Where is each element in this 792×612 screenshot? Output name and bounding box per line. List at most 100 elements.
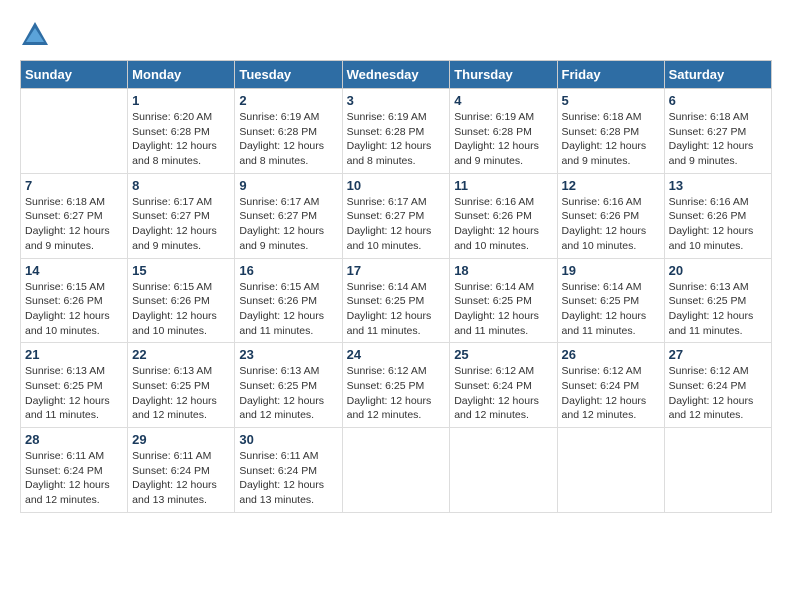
header-thursday: Thursday [450, 61, 557, 89]
calendar-cell: 16 Sunrise: 6:15 AM Sunset: 6:26 PM Dayli… [235, 258, 342, 343]
day-number: 11 [454, 178, 552, 193]
day-info: Sunrise: 6:19 AM Sunset: 6:28 PM Dayligh… [347, 110, 446, 169]
day-info: Sunrise: 6:13 AM Sunset: 6:25 PM Dayligh… [669, 280, 767, 339]
day-info: Sunrise: 6:14 AM Sunset: 6:25 PM Dayligh… [562, 280, 660, 339]
day-number: 6 [669, 93, 767, 108]
calendar-cell: 1 Sunrise: 6:20 AM Sunset: 6:28 PM Daylig… [128, 89, 235, 174]
calendar-week-row: 28 Sunrise: 6:11 AM Sunset: 6:24 PM Dayli… [21, 428, 772, 513]
calendar-cell: 21 Sunrise: 6:13 AM Sunset: 6:25 PM Dayli… [21, 343, 128, 428]
day-number: 7 [25, 178, 123, 193]
calendar-cell: 17 Sunrise: 6:14 AM Sunset: 6:25 PM Dayli… [342, 258, 450, 343]
day-number: 18 [454, 263, 552, 278]
day-info: Sunrise: 6:18 AM Sunset: 6:27 PM Dayligh… [669, 110, 767, 169]
day-number: 26 [562, 347, 660, 362]
calendar-cell: 18 Sunrise: 6:14 AM Sunset: 6:25 PM Dayli… [450, 258, 557, 343]
day-number: 22 [132, 347, 230, 362]
calendar-cell: 2 Sunrise: 6:19 AM Sunset: 6:28 PM Daylig… [235, 89, 342, 174]
calendar-cell: 10 Sunrise: 6:17 AM Sunset: 6:27 PM Dayli… [342, 173, 450, 258]
day-info: Sunrise: 6:14 AM Sunset: 6:25 PM Dayligh… [454, 280, 552, 339]
logo-icon [20, 20, 50, 50]
calendar-cell: 30Sunrise: 6:11 AM Sunset: 6:24 PM Dayli… [235, 428, 342, 513]
day-info: Sunrise: 6:16 AM Sunset: 6:26 PM Dayligh… [562, 195, 660, 254]
calendar-cell [450, 428, 557, 513]
day-number: 3 [347, 93, 446, 108]
calendar-cell: 15 Sunrise: 6:15 AM Sunset: 6:26 PM Dayli… [128, 258, 235, 343]
calendar-cell: 22 Sunrise: 6:13 AM Sunset: 6:25 PM Dayli… [128, 343, 235, 428]
day-info: Sunrise: 6:14 AM Sunset: 6:25 PM Dayligh… [347, 280, 446, 339]
day-number: 28 [25, 432, 123, 447]
day-number: 21 [25, 347, 123, 362]
day-info: Sunrise: 6:11 AM Sunset: 6:24 PM Dayligh… [25, 449, 123, 508]
day-info: Sunrise: 6:12 AM Sunset: 6:24 PM Dayligh… [454, 364, 552, 423]
calendar-cell [21, 89, 128, 174]
calendar-week-row: 14 Sunrise: 6:15 AM Sunset: 6:26 PM Dayli… [21, 258, 772, 343]
calendar-week-row: 21 Sunrise: 6:13 AM Sunset: 6:25 PM Dayli… [21, 343, 772, 428]
day-number: 9 [239, 178, 337, 193]
day-number: 20 [669, 263, 767, 278]
calendar-cell: 7Sunrise: 6:18 AM Sunset: 6:27 PM Daylig… [21, 173, 128, 258]
header-wednesday: Wednesday [342, 61, 450, 89]
header-saturday: Saturday [664, 61, 771, 89]
day-number: 13 [669, 178, 767, 193]
calendar-cell: 20 Sunrise: 6:13 AM Sunset: 6:25 PM Dayli… [664, 258, 771, 343]
day-info: Sunrise: 6:15 AM Sunset: 6:26 PM Dayligh… [239, 280, 337, 339]
day-info: Sunrise: 6:12 AM Sunset: 6:24 PM Dayligh… [669, 364, 767, 423]
day-number: 30 [239, 432, 337, 447]
calendar-cell: 5 Sunrise: 6:18 AM Sunset: 6:28 PM Daylig… [557, 89, 664, 174]
day-number: 2 [239, 93, 337, 108]
day-info: Sunrise: 6:11 AM Sunset: 6:24 PM Dayligh… [132, 449, 230, 508]
day-info: Sunrise: 6:12 AM Sunset: 6:25 PM Dayligh… [347, 364, 446, 423]
day-number: 25 [454, 347, 552, 362]
day-info: Sunrise: 6:17 AM Sunset: 6:27 PM Dayligh… [239, 195, 337, 254]
calendar-cell: 23 Sunrise: 6:13 AM Sunset: 6:25 PM Dayli… [235, 343, 342, 428]
day-number: 4 [454, 93, 552, 108]
calendar-header-row: SundayMondayTuesdayWednesdayThursdayFrid… [21, 61, 772, 89]
calendar-week-row: 7Sunrise: 6:18 AM Sunset: 6:27 PM Daylig… [21, 173, 772, 258]
calendar-week-row: 1 Sunrise: 6:20 AM Sunset: 6:28 PM Daylig… [21, 89, 772, 174]
calendar-table: SundayMondayTuesdayWednesdayThursdayFrid… [20, 60, 772, 513]
day-info: Sunrise: 6:13 AM Sunset: 6:25 PM Dayligh… [132, 364, 230, 423]
calendar-cell: 8 Sunrise: 6:17 AM Sunset: 6:27 PM Daylig… [128, 173, 235, 258]
logo [20, 20, 54, 50]
calendar-cell: 28 Sunrise: 6:11 AM Sunset: 6:24 PM Dayli… [21, 428, 128, 513]
header-monday: Monday [128, 61, 235, 89]
day-info: Sunrise: 6:19 AM Sunset: 6:28 PM Dayligh… [454, 110, 552, 169]
header-sunday: Sunday [21, 61, 128, 89]
calendar-cell: 27 Sunrise: 6:12 AM Sunset: 6:24 PM Dayli… [664, 343, 771, 428]
calendar-cell [664, 428, 771, 513]
day-number: 10 [347, 178, 446, 193]
day-info: Sunrise: 6:16 AM Sunset: 6:26 PM Dayligh… [669, 195, 767, 254]
day-number: 5 [562, 93, 660, 108]
day-number: 23 [239, 347, 337, 362]
calendar-cell: 14Sunrise: 6:15 AM Sunset: 6:26 PM Dayli… [21, 258, 128, 343]
header-friday: Friday [557, 61, 664, 89]
calendar-cell: 6 Sunrise: 6:18 AM Sunset: 6:27 PM Daylig… [664, 89, 771, 174]
day-number: 12 [562, 178, 660, 193]
day-number: 15 [132, 263, 230, 278]
calendar-cell [342, 428, 450, 513]
day-info: Sunrise: 6:18 AM Sunset: 6:28 PM Dayligh… [562, 110, 660, 169]
day-info: Sunrise: 6:13 AM Sunset: 6:25 PM Dayligh… [25, 364, 123, 423]
day-info: Sunrise: 6:17 AM Sunset: 6:27 PM Dayligh… [132, 195, 230, 254]
day-number: 24 [347, 347, 446, 362]
day-info: Sunrise: 6:15 AM Sunset: 6:26 PM Dayligh… [132, 280, 230, 339]
day-info: Sunrise: 6:12 AM Sunset: 6:24 PM Dayligh… [562, 364, 660, 423]
day-number: 17 [347, 263, 446, 278]
page-header [20, 20, 772, 50]
day-info: Sunrise: 6:19 AM Sunset: 6:28 PM Dayligh… [239, 110, 337, 169]
header-tuesday: Tuesday [235, 61, 342, 89]
day-info: Sunrise: 6:20 AM Sunset: 6:28 PM Dayligh… [132, 110, 230, 169]
day-number: 1 [132, 93, 230, 108]
calendar-cell: 25 Sunrise: 6:12 AM Sunset: 6:24 PM Dayli… [450, 343, 557, 428]
calendar-cell: 11Sunrise: 6:16 AM Sunset: 6:26 PM Dayli… [450, 173, 557, 258]
day-number: 14 [25, 263, 123, 278]
day-number: 16 [239, 263, 337, 278]
calendar-cell: 19Sunrise: 6:14 AM Sunset: 6:25 PM Dayli… [557, 258, 664, 343]
calendar-cell [557, 428, 664, 513]
calendar-cell: 26 Sunrise: 6:12 AM Sunset: 6:24 PM Dayli… [557, 343, 664, 428]
day-info: Sunrise: 6:13 AM Sunset: 6:25 PM Dayligh… [239, 364, 337, 423]
day-number: 27 [669, 347, 767, 362]
day-info: Sunrise: 6:17 AM Sunset: 6:27 PM Dayligh… [347, 195, 446, 254]
day-number: 29 [132, 432, 230, 447]
day-number: 8 [132, 178, 230, 193]
